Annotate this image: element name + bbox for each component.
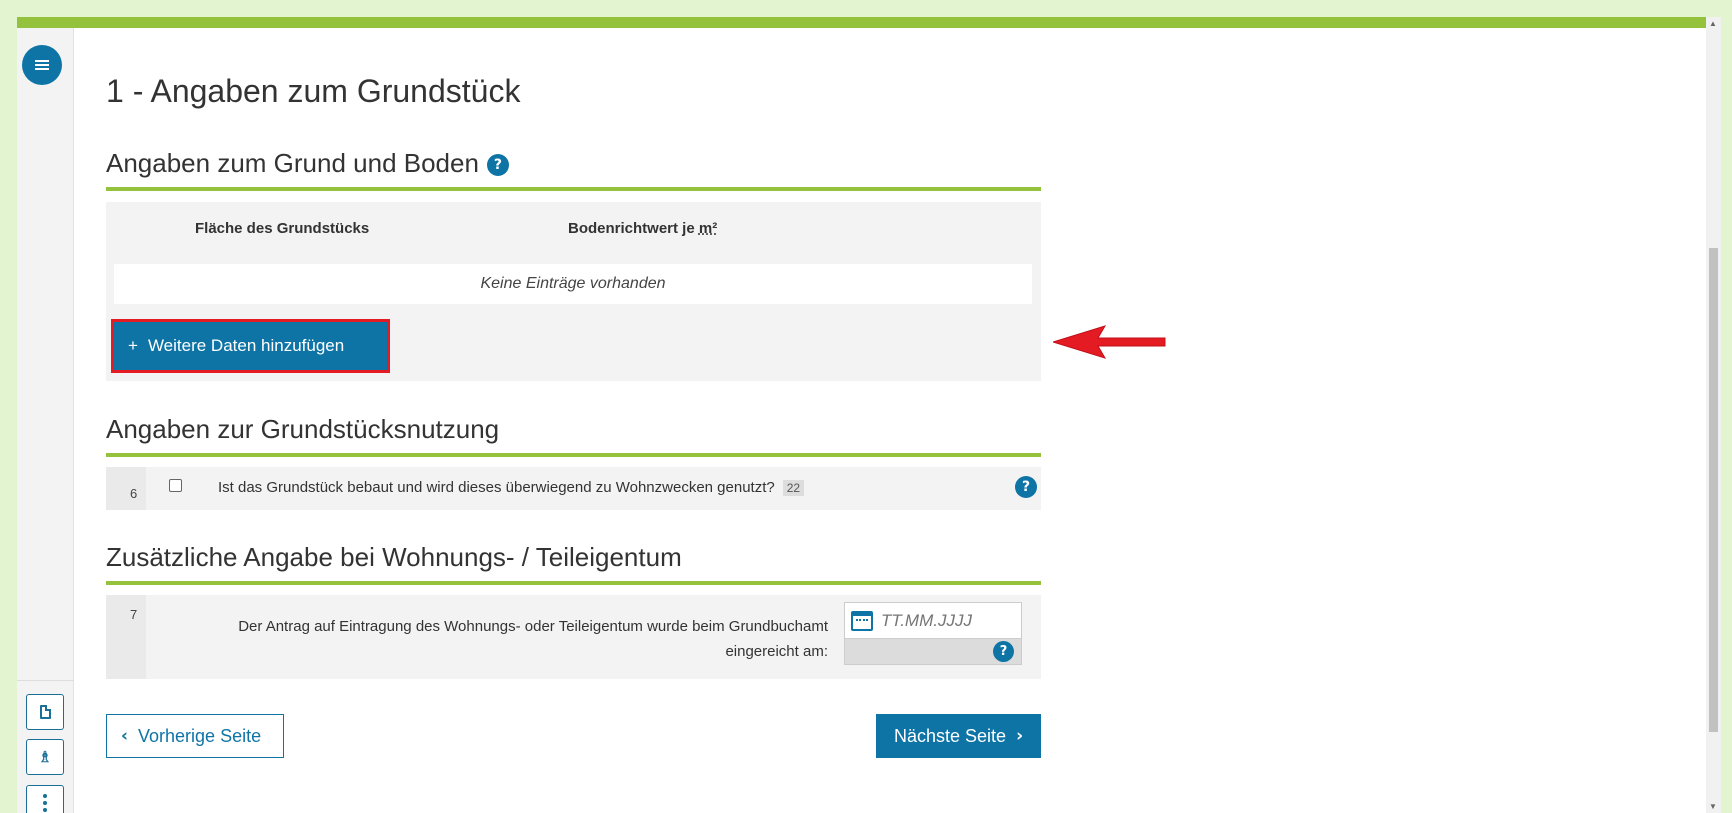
unit-abbreviation: m² xyxy=(698,220,718,237)
more-options-button[interactable] xyxy=(26,785,64,813)
date-input[interactable] xyxy=(881,610,1011,631)
wohnzwecke-checkbox[interactable] xyxy=(169,479,182,492)
question-row-7: 7 Der Antrag auf Eintragung des Wohnungs… xyxy=(106,595,1041,679)
chevron-left-icon: ‹ xyxy=(121,726,129,746)
add-data-button-label: Weitere Daten hinzufügen xyxy=(147,336,345,355)
section-heading-nutzung: Angaben zur Grundstücksnutzung xyxy=(106,414,1041,457)
scrollbar-thumb[interactable] xyxy=(1709,248,1718,732)
plus-icon: + xyxy=(128,336,138,355)
antrag-question: Der Antrag auf Eintragung des Wohnungs- … xyxy=(238,618,828,660)
question-circle-icon[interactable]: ? xyxy=(993,641,1014,662)
wohnzwecke-question: Ist das Grundstück bebaut und wird diese… xyxy=(218,479,805,496)
section-heading-text: Angaben zum Grund und Boden xyxy=(106,148,479,178)
document-button[interactable] xyxy=(26,694,64,730)
scroll-up-arrow-icon[interactable]: ▲ xyxy=(1709,19,1717,28)
top-accent-bar xyxy=(17,17,1706,28)
grund-boden-table: Fläche des Grundstücks Bodenrichtwert je… xyxy=(106,202,1041,381)
next-page-label: Nächste Seite xyxy=(894,725,1007,746)
column-header-flaeche: Fläche des Grundstücks xyxy=(195,220,370,237)
previous-page-button[interactable]: ‹ Vorherige Seite xyxy=(106,714,284,758)
row-number: 6 xyxy=(106,467,146,510)
person-button[interactable]: ♗ xyxy=(26,739,64,775)
field-number-badge: 22 xyxy=(782,480,805,496)
scroll-down-arrow-icon[interactable]: ▼ xyxy=(1709,802,1717,811)
date-help-bar: ? xyxy=(844,639,1022,665)
more-vertical-icon xyxy=(43,794,47,812)
sidebar-divider xyxy=(17,680,74,681)
vertical-scrollbar[interactable]: ▲ ▼ xyxy=(1706,17,1721,813)
annotation-arrow-icon xyxy=(1053,325,1166,359)
date-field[interactable] xyxy=(844,602,1022,639)
next-page-button[interactable]: Nächste Seite › xyxy=(876,714,1041,758)
page-title: 1 - Angaben zum Grundstück xyxy=(106,73,521,109)
section-heading-grund-boden: Angaben zum Grund und Boden? xyxy=(106,148,1041,191)
menu-button[interactable] xyxy=(22,45,62,85)
empty-entries-message: Keine Einträge vorhanden xyxy=(114,264,1032,304)
column-header-bodenrichtwert: Bodenrichtwert je m² xyxy=(568,220,717,237)
column-header-bodenrichtwert-label: Bodenrichtwert je xyxy=(568,220,699,237)
menu-icon xyxy=(35,58,49,72)
left-sidebar: ♗ xyxy=(17,28,74,813)
question-row-6: 6 Ist das Grundstück bebaut und wird die… xyxy=(106,467,1041,510)
calendar-icon[interactable] xyxy=(851,610,873,631)
document-icon xyxy=(39,705,51,719)
question-text: Ist das Grundstück bebaut und wird diese… xyxy=(218,479,775,496)
chevron-right-icon: › xyxy=(1016,726,1024,746)
question-circle-icon[interactable]: ? xyxy=(1015,476,1037,498)
add-data-button[interactable]: + Weitere Daten hinzufügen xyxy=(111,319,390,373)
app-window: ♗ 1 - Angaben zum Grundstück Angaben zum… xyxy=(17,17,1721,813)
row-number: 7 xyxy=(106,595,146,679)
section-heading-wohnungseigentum: Zusätzliche Angabe bei Wohnungs- / Teile… xyxy=(106,542,1041,585)
previous-page-label: Vorherige Seite xyxy=(138,725,262,746)
person-icon: ♗ xyxy=(38,749,52,766)
question-circle-icon[interactable]: ? xyxy=(486,154,509,177)
